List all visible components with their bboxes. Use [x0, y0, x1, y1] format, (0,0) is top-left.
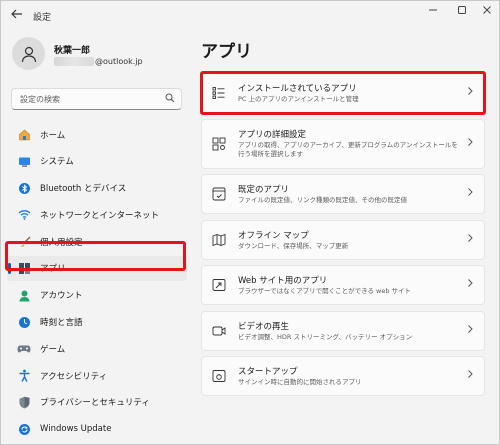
- user-email: @outlook.jp: [95, 57, 143, 66]
- wifi-icon: [17, 208, 31, 222]
- bluetooth-icon: [17, 181, 31, 195]
- account-icon: [17, 288, 31, 302]
- minimize-button[interactable]: [423, 5, 443, 19]
- sidebar-item-home[interactable]: ホーム: [7, 122, 187, 147]
- web-apps-icon: [212, 278, 226, 292]
- video-playback-icon: [212, 324, 226, 338]
- sidebar-item-bluetooth[interactable]: Bluetooth とデバイス: [7, 176, 187, 201]
- person-icon: [21, 46, 36, 62]
- card-advanced-app-settings[interactable]: アプリの詳細設定 アプリの取得、アプリのアーカイブ、更新プログラムのアンインスト…: [201, 118, 485, 169]
- app-title: 設定: [33, 13, 52, 23]
- maximize-button[interactable]: [452, 5, 472, 19]
- accessibility-icon: [17, 369, 31, 383]
- highlight-box-installed-apps: [200, 71, 486, 115]
- settings-window: 設定 秋葉一郎 @outlook.jp 設定の検索 ホーム システム Bluet…: [0, 0, 500, 445]
- gamepad-icon: [17, 342, 31, 356]
- back-arrow-icon[interactable]: [11, 9, 23, 22]
- advanced-app-settings-icon: [212, 137, 226, 151]
- sidebar-item-time-language[interactable]: 時刻と言語: [7, 310, 187, 335]
- chevron-right-icon: [467, 137, 474, 150]
- search-input[interactable]: 設定の検索: [11, 88, 182, 110]
- sidebar-item-network[interactable]: ネットワークとインターネット: [7, 202, 187, 227]
- title-bar: 設定: [1, 1, 499, 31]
- email-redacted: [54, 57, 94, 66]
- system-icon: [17, 154, 31, 168]
- sidebar-item-windows-update[interactable]: Windows Update: [7, 417, 187, 442]
- search-placeholder: 設定の検索: [20, 95, 60, 104]
- sidebar-nav: ホーム システム Bluetooth とデバイス ネットワークとインターネット …: [7, 122, 187, 444]
- time-language-icon: [17, 315, 31, 329]
- card-startup[interactable]: スタートアップ サインイン時に自動的に開始されるアプリ: [201, 356, 485, 396]
- search-icon[interactable]: [165, 93, 175, 106]
- chevron-right-icon: [467, 187, 474, 200]
- sidebar-item-accessibility[interactable]: アクセシビリティ: [7, 363, 187, 388]
- user-name: 秋葉一郎: [54, 46, 91, 56]
- offline-maps-icon: [212, 233, 226, 247]
- card-apps-for-websites[interactable]: Web サイト用のアプリ ブラウザーではなくアプリで開くことができる web サ…: [201, 265, 485, 305]
- default-apps-icon: [212, 187, 226, 201]
- card-video-playback[interactable]: ビデオの再生 ビデオ調整、HDR ストリーミング、バッテリー オプション: [201, 310, 485, 351]
- sidebar-item-privacy[interactable]: プライバシーとセキュリティ: [7, 390, 187, 415]
- home-icon: [17, 128, 31, 142]
- page-title: アプリ: [201, 42, 252, 62]
- card-offline-maps[interactable]: オフライン マップ ダウンロード、保存場所、マップ更新: [201, 219, 485, 260]
- chevron-right-icon: [467, 369, 474, 382]
- chevron-right-icon: [467, 324, 474, 337]
- update-icon: [17, 422, 31, 436]
- sidebar-item-accounts[interactable]: アカウント: [7, 283, 187, 308]
- apps-settings-list: インストールされているアプリ PC 上のアプリのアンインストールと管理 アプリの…: [201, 73, 485, 402]
- close-button[interactable]: [477, 5, 497, 19]
- card-default-apps[interactable]: 既定のアプリ ファイルの既定値、リンク種類の既定値、その他の既定値: [201, 174, 485, 214]
- avatar[interactable]: [12, 37, 45, 70]
- shield-icon: [17, 395, 31, 409]
- highlight-box-apps: [5, 241, 186, 271]
- chevron-right-icon: [467, 233, 474, 246]
- sidebar-item-system[interactable]: システム: [7, 149, 187, 174]
- chevron-right-icon: [467, 278, 474, 291]
- startup-icon: [212, 369, 226, 383]
- sidebar-item-gaming[interactable]: ゲーム: [7, 336, 187, 361]
